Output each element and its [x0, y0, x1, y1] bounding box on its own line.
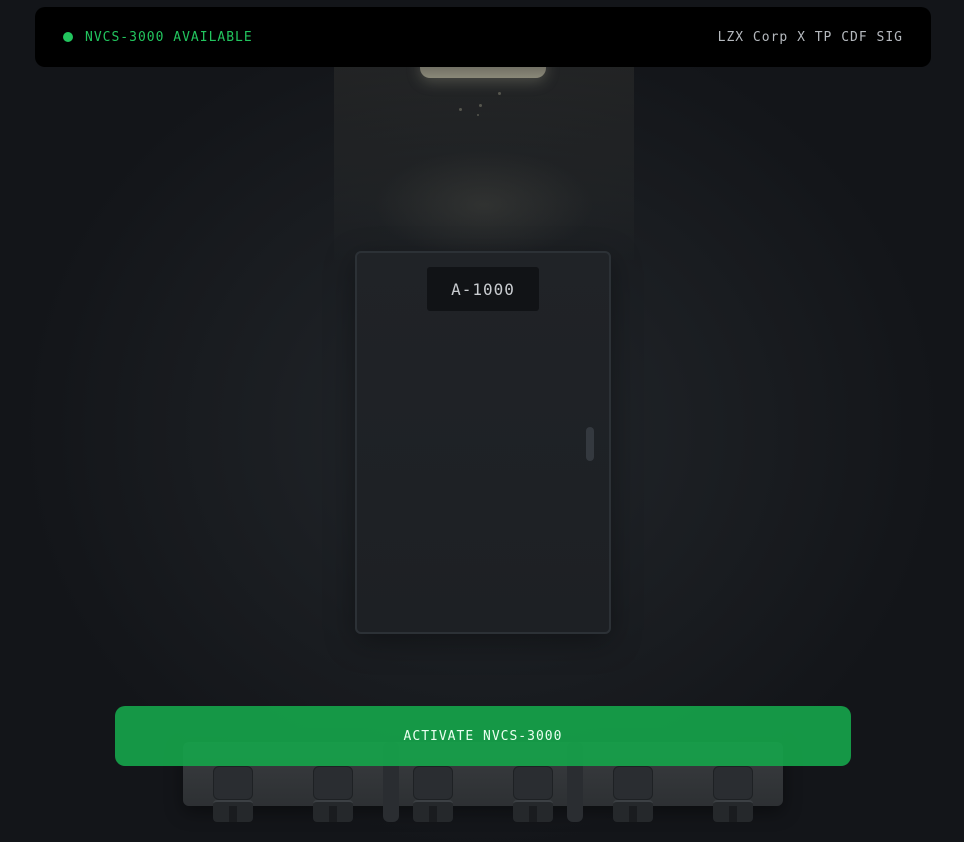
chair — [513, 766, 553, 822]
status-text: NVCS-3000 AVAILABLE — [85, 29, 253, 45]
dust-particle — [498, 92, 501, 95]
dust-particle — [479, 104, 482, 107]
chair — [713, 766, 753, 822]
chair — [413, 766, 453, 822]
room-door: A-1000 — [355, 251, 611, 634]
status-dot-icon — [63, 32, 73, 42]
chair — [613, 766, 653, 822]
availability-status: NVCS-3000 AVAILABLE — [63, 30, 253, 45]
dust-particle — [459, 108, 462, 111]
brand-label: LZX Corp X TP CDF SIG — [717, 29, 903, 45]
door-handle-icon — [586, 427, 594, 461]
chair — [213, 766, 253, 822]
light-glow — [374, 150, 594, 260]
top-status-bar: NVCS-3000 AVAILABLE LZX Corp X TP CDF SI… — [35, 7, 931, 67]
dust-particle — [477, 114, 479, 116]
chair — [313, 766, 353, 822]
activate-button[interactable]: ACTIVATE NVCS-3000 — [115, 706, 851, 766]
door-number-plate: A-1000 — [427, 267, 539, 311]
waiting-room-scene: NVCS-3000 AVAILABLE LZX Corp X TP CDF SI… — [0, 0, 964, 842]
